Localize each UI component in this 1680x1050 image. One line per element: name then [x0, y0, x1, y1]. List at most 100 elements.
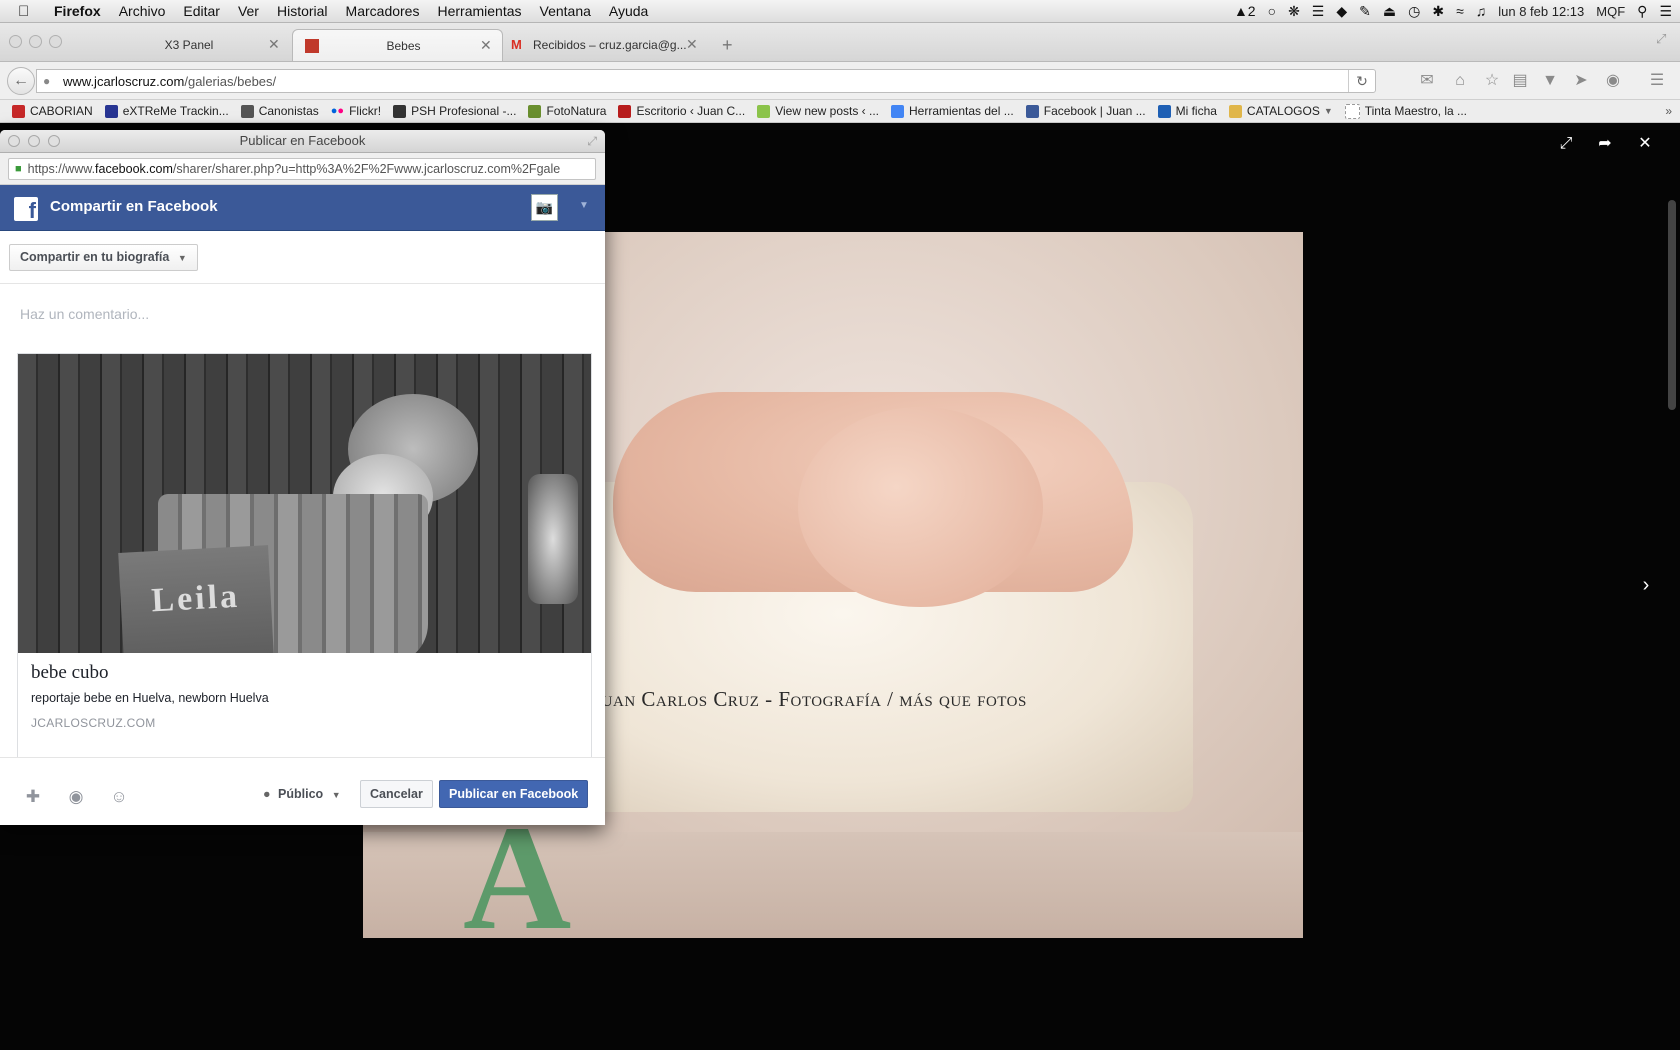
menu-ver[interactable]: Ver [238, 3, 259, 19]
bookmark-view-new-posts[interactable]: View new posts ‹ ... [757, 104, 879, 118]
window-zoom-button[interactable] [49, 35, 62, 48]
eject-icon[interactable]: ⏏ [1383, 3, 1396, 20]
tag-friends-icon[interactable]: ✚ [22, 786, 44, 808]
bookmark-folder-catalogos[interactable]: CATALOGOS ▼ [1228, 104, 1333, 118]
window-close-button[interactable] [9, 35, 22, 48]
menu-editar[interactable]: Editar [183, 3, 220, 19]
tab-bebes[interactable]: Bebes ✕ [292, 29, 503, 61]
bookmark-extreme-tracking[interactable]: eXTReMe Trackin... [104, 104, 229, 118]
lock-icon: ■ [15, 163, 22, 175]
menu-herramientas[interactable]: Herramientas [437, 3, 521, 19]
new-tab-plus-icon[interactable]: + [722, 35, 733, 56]
popup-footer: ✚ ◉ ☺ ● Público ▼ Cancelar Publicar en F… [0, 758, 605, 825]
bookmark-facebook[interactable]: Facebook | Juan ... [1025, 104, 1146, 118]
adobe-status-icon[interactable]: ▲2 [1234, 3, 1256, 19]
apple-logo-icon[interactable]:  [18, 3, 40, 20]
bookmark-label: View new posts ‹ ... [775, 104, 880, 118]
volume-icon[interactable]: ♫ [1476, 3, 1487, 19]
user-name[interactable]: MQF [1596, 4, 1625, 19]
comment-input[interactable] [18, 302, 592, 326]
url-bar[interactable]: ● www.jcarloscruz.com/galerias/bebes/ ↻ [36, 69, 1376, 93]
bookmark-herramientas[interactable]: Herramientas del ... [891, 104, 1014, 118]
mail-icon[interactable]: ✉ [1417, 71, 1437, 91]
menu-marcadores[interactable]: Marcadores [346, 3, 420, 19]
snowflake-icon[interactable]: ❋ [1288, 3, 1300, 20]
home-icon[interactable]: ⌂ [1450, 71, 1470, 91]
menu-ayuda[interactable]: Ayuda [609, 3, 648, 19]
bookmark-label: Facebook | Juan ... [1043, 104, 1146, 118]
popup-minimize-button[interactable] [28, 135, 40, 147]
bookmark-escritorio[interactable]: Escritorio ‹ Juan C... [618, 104, 745, 118]
star-bookmark-icon[interactable]: ☆ [1482, 71, 1502, 91]
menu-archivo[interactable]: Archivo [119, 3, 166, 19]
bookmark-label: CABORIAN [30, 104, 93, 118]
adobe-badge: 2 [1247, 3, 1256, 19]
menu-bar:  Firefox Archivo Editar Ver Historial M… [0, 0, 1680, 23]
close-lightbox-icon[interactable]: ✕ [1635, 134, 1655, 154]
link-preview-card[interactable]: Leila bebe cubo reportaje bebe en Huelva… [17, 353, 592, 825]
bookmark-tinta-maestro[interactable]: Tinta Maestro, la ... [1344, 103, 1468, 119]
bookmark-fotonatura[interactable]: FotoNatura [528, 104, 606, 118]
close-tab-icon[interactable]: ✕ [480, 37, 494, 54]
expand-icon[interactable]: ⤢ [1556, 134, 1576, 154]
bookmark-caborian[interactable]: CABORIAN [12, 104, 93, 118]
creative-cloud-icon[interactable]: ○ [1268, 3, 1276, 19]
account-caret-icon[interactable]: ▼ [579, 200, 589, 211]
window-minimize-button[interactable] [29, 35, 42, 48]
chat-bubble-icon[interactable]: ◉ [1603, 71, 1623, 91]
feeling-emoji-icon[interactable]: ☺ [108, 786, 130, 808]
divider [0, 283, 605, 284]
send-icon[interactable]: ➤ [1571, 71, 1591, 91]
popup-fullscreen-icon[interactable]: ⤢ [587, 130, 597, 152]
bookmark-label: Tinta Maestro, la ... [1364, 104, 1468, 118]
menu-ventana[interactable]: Ventana [540, 3, 591, 19]
link-description: reportaje bebe en Huelva, newborn Huelva [31, 691, 269, 705]
fullscreen-icon[interactable]: ⤢ [1656, 31, 1666, 47]
bookmark-flickr[interactable]: ●● Flickr! [331, 104, 381, 118]
close-tab-icon[interactable]: ✕ [686, 36, 700, 53]
reading-list-icon[interactable]: ▤ [1510, 71, 1530, 91]
close-tab-icon[interactable]: ✕ [268, 36, 282, 53]
tab-label: Bebes [386, 38, 421, 53]
pocket-icon[interactable]: ▼ [1540, 71, 1560, 91]
time-machine-icon[interactable]: ◷ [1408, 3, 1420, 20]
menu-firefox[interactable]: Firefox [54, 3, 101, 19]
menu-historial[interactable]: Historial [277, 3, 328, 19]
tab-x3-panel[interactable]: X3 Panel ✕ [90, 29, 290, 60]
reload-icon[interactable]: ↻ [1348, 70, 1375, 92]
popup-url-bar: ■ https://www. facebook.com/sharer/sharer… [0, 153, 605, 185]
globe-icon: ● [263, 787, 271, 801]
popup-url-field[interactable]: ■ https://www. facebook.com/sharer/sharer… [8, 158, 596, 180]
popup-close-button[interactable] [8, 135, 20, 147]
bookmark-psh-profesional[interactable]: PSH Profesional -... [393, 104, 516, 118]
audience-selector[interactable]: ● Público ▼ [263, 787, 341, 801]
hamburger-menu-icon[interactable]: ☰ [1647, 71, 1667, 91]
page-scrollbar[interactable] [1668, 200, 1676, 410]
wifi-icon[interactable]: ≈ [1456, 3, 1464, 19]
spotlight-search-icon[interactable]: ⚲ [1637, 3, 1647, 20]
bookmark-mi-ficha[interactable]: Mi ficha [1157, 104, 1217, 118]
location-pin-icon[interactable]: ◉ [65, 786, 87, 808]
back-arrow-icon[interactable]: ← [7, 67, 35, 95]
bookmark-canonistas[interactable]: Canonistas [240, 104, 319, 118]
bookmark-label: Canonistas [258, 104, 319, 118]
profile-avatar[interactable]: 📷 [531, 194, 558, 221]
site-favicon-icon [305, 38, 319, 53]
publish-button[interactable]: Publicar en Facebook [439, 780, 589, 808]
share-arrow-icon[interactable]: ➦ [1595, 134, 1615, 154]
photo-baby-head [798, 407, 1043, 607]
bookmark-favicon-icon [891, 104, 905, 118]
layers-icon[interactable]: ☰ [1312, 3, 1325, 20]
popup-zoom-button[interactable] [48, 135, 60, 147]
facebook-header: f Compartir en Facebook 📷 ▼ [0, 185, 605, 231]
cancel-button[interactable]: Cancelar [360, 780, 433, 808]
evernote-icon[interactable]: ✎ [1359, 3, 1371, 20]
tab-gmail[interactable]: M Recibidos – cruz.garcia@g... ✕ [503, 29, 708, 60]
dropbox-icon[interactable]: ◆ [1336, 3, 1347, 20]
share-target-dropdown[interactable]: Compartir en tu biografía ▼ [9, 244, 198, 271]
more-bookmarks-chevron-icon[interactable]: » [1665, 104, 1672, 118]
bluetooth-icon[interactable]: ✱ [1432, 3, 1444, 20]
next-photo-chevron-icon[interactable]: › [1636, 575, 1656, 595]
notification-center-icon[interactable]: ☰ [1659, 3, 1672, 20]
clock[interactable]: lun 8 feb 12:13 [1498, 4, 1584, 19]
